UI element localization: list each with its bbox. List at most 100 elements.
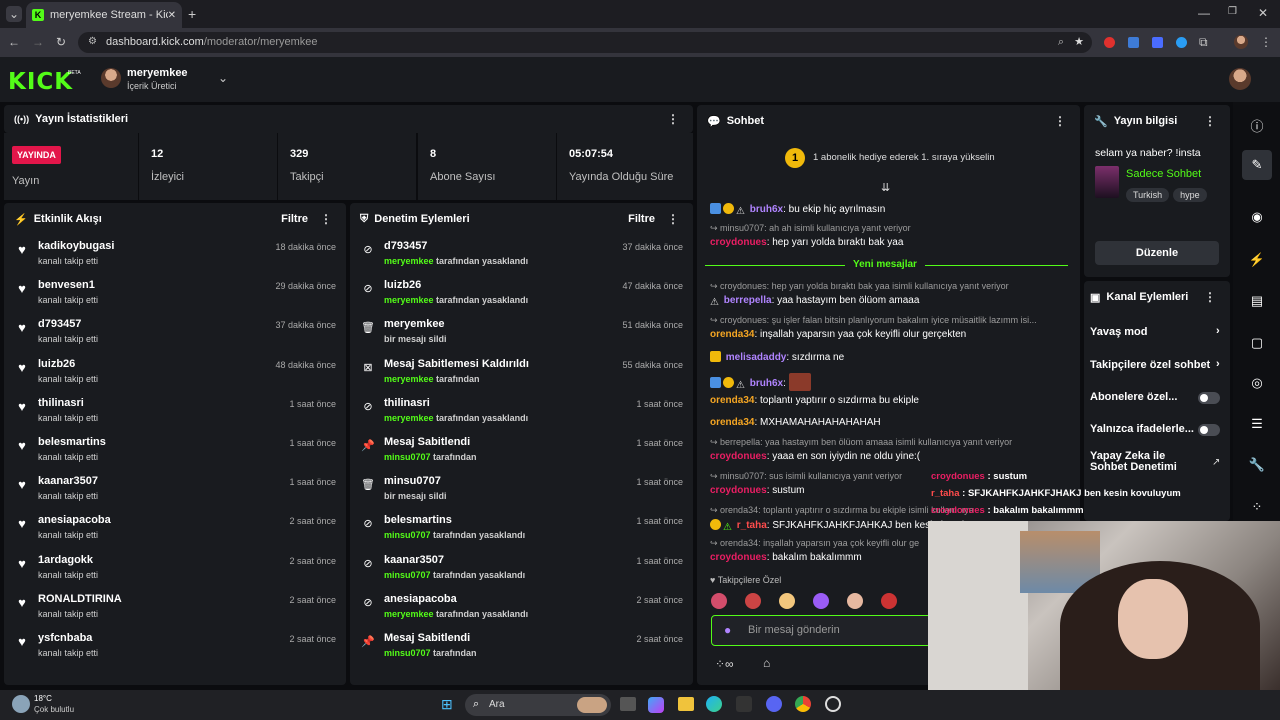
gift-sub-banner[interactable]: 1 abonelik hediye ederek 1. sıraya yükse… — [813, 152, 995, 163]
chat-username[interactable]: croydonues — [710, 485, 767, 496]
chat-username[interactable]: orenda34 — [710, 417, 754, 428]
emote-5-icon[interactable] — [847, 593, 863, 609]
activity-item[interactable]: ♥ benvesen1 kanalı takip etti 29 dakika önc… — [4, 274, 346, 313]
chat-menu-icon[interactable]: ⋮ — [1050, 114, 1070, 128]
layout-icon[interactable]: ☰ — [1242, 409, 1272, 439]
chat-message[interactable]: orenda34: MXHAMAHAHAHAHAHAH — [710, 417, 881, 428]
tag-hype[interactable]: hype — [1173, 188, 1207, 202]
discord-icon[interactable] — [766, 696, 782, 712]
chat-username[interactable]: melisadaddy — [726, 352, 787, 363]
tab-search-icon[interactable]: ⌄ — [6, 6, 22, 22]
moderation-item[interactable]: ⊘ d793457 meryemkee tarafından yasaklandı 3… — [350, 235, 693, 274]
chat-username[interactable]: croydonues — [710, 451, 767, 462]
minimize-icon[interactable]: — — [1198, 6, 1210, 20]
scroll-down-icon[interactable]: ⇊ — [881, 181, 890, 194]
browser-tab[interactable]: K meryemkee Stream - Kick Dash ✕ — [26, 2, 182, 28]
moderation-menu-icon[interactable]: ⋮ — [663, 212, 683, 226]
activity-item[interactable]: ♥ belesmartins kanalı takip etti 1 saat önc… — [4, 431, 346, 470]
lightning-rail-icon[interactable]: ⚡ — [1242, 245, 1272, 275]
chat-message[interactable]: ⚠ berrepella: yaa hastayım ben ölüom ama… — [710, 295, 919, 308]
emotes-only-toggle[interactable] — [1198, 424, 1220, 436]
extension-blue-icon[interactable] — [1176, 37, 1187, 48]
moderation-item[interactable]: ⊘ belesmartins minsu0707 tarafından yasakl… — [350, 509, 693, 548]
bookmark-star-icon[interactable]: ★ — [1074, 35, 1084, 48]
emote-3-icon[interactable] — [779, 593, 795, 609]
forward-icon[interactable]: → — [32, 35, 44, 49]
kick-logo[interactable]: KICK — [8, 69, 73, 95]
chat-message[interactable]: orenda34: inşallah yaparsın yaa çok keyi… — [710, 329, 966, 340]
activity-menu-icon[interactable]: ⋮ — [316, 212, 336, 226]
activity-item[interactable]: ♥ kaanar3507 kanalı takip etti 1 saat önce — [4, 470, 346, 509]
moderation-item[interactable]: ⊘ thilinasri meryemkee tarafından yasaklan… — [350, 392, 693, 431]
site-info-icon[interactable]: ⚙ — [88, 36, 97, 47]
ai-moderation-item[interactable]: Yapay Zeka ile Sohbet Denetimi — [1090, 451, 1200, 473]
chat-username[interactable]: orenda34 — [710, 329, 754, 340]
subscribers-only-toggle[interactable] — [1198, 392, 1220, 404]
profile-avatar[interactable] — [1234, 35, 1248, 49]
extension-audio-icon[interactable] — [1152, 37, 1163, 48]
chat-username[interactable]: r_taha — [737, 520, 767, 531]
moderation-item[interactable]: 📌 Mesaj Sabitlendi minsu0707 tarafından 2 s… — [350, 627, 693, 666]
obs-icon[interactable] — [825, 696, 841, 712]
address-bar[interactable]: ⚙ dashboard.kick.com/moderator/meryemkee… — [78, 32, 1092, 53]
tag-turkish[interactable]: Turkish — [1126, 188, 1170, 202]
chrome-icon[interactable] — [795, 696, 811, 712]
edit-stream-button[interactable]: Düzenle — [1095, 241, 1219, 265]
moderation-item[interactable]: ⊠ Mesaj Sabitlemesi Kaldırıldı meryemkee t… — [350, 353, 693, 392]
chat-message[interactable]: croydonues: hep yarı yolda bıraktı bak y… — [710, 237, 903, 248]
extensions-puzzle-icon[interactable]: ⧉ — [1199, 35, 1208, 50]
restore-icon[interactable]: ❐ — [1228, 6, 1237, 17]
back-icon[interactable]: ← — [8, 35, 20, 49]
zoom-icon[interactable]: ⌕ — [1058, 36, 1064, 49]
chat-username[interactable]: bruh6x — [750, 378, 783, 389]
info-icon[interactable]: ⓘ — [1242, 110, 1272, 140]
chat-message[interactable]: croydonues: bakalım bakalımmm — [710, 552, 862, 563]
activity-item[interactable]: ♥ luizb26 kanalı takip etti 48 dakika önce — [4, 353, 346, 392]
reload-icon[interactable]: ↻ — [56, 35, 66, 49]
new-tab-icon[interactable]: + — [188, 6, 196, 22]
chat-username[interactable]: bruh6x — [750, 204, 783, 215]
weather-cloud-icon[interactable] — [12, 695, 30, 713]
chat-message[interactable]: melisadaddy: sızdırma ne — [710, 351, 844, 363]
tab-close-icon[interactable]: ✕ — [168, 10, 176, 21]
moderation-filter-button[interactable]: Filtre — [628, 213, 655, 225]
activity-filter-button[interactable]: Filtre — [281, 213, 308, 225]
activity-item[interactable]: ♥ thilinasri kanalı takip etti 1 saat önce — [4, 392, 346, 431]
activity-item[interactable]: ♥ ysfcnbaba kanalı takip etti 2 saat önce — [4, 627, 346, 666]
extension-translate-icon[interactable] — [1128, 37, 1139, 48]
store-taskbar-icon[interactable] — [736, 696, 752, 712]
channel-actions-menu-icon[interactable]: ⋮ — [1200, 290, 1220, 304]
slow-mode-item[interactable]: Yavaş mod › — [1090, 325, 1220, 338]
activity-item[interactable]: ♥ d793457 kanalı takip etti 37 dakika önce — [4, 313, 346, 352]
stream-category[interactable]: Sadece Sohbet — [1126, 168, 1201, 180]
edit-pencil-icon[interactable]: ✎ — [1242, 150, 1272, 180]
browser-menu-icon[interactable]: ⋮ — [1260, 35, 1272, 49]
chat-message[interactable]: croydonues: sustum — [710, 485, 804, 496]
activity-item[interactable]: ♥ kadikoybugasi kanalı takip etti 18 dakika… — [4, 235, 346, 274]
windows-start-icon[interactable]: ⊞ — [441, 696, 453, 713]
chat-username[interactable]: croydonues — [710, 237, 767, 248]
edge-icon[interactable] — [706, 696, 722, 712]
chat-username[interactable]: berrepella — [724, 295, 772, 306]
chat-tools-icon[interactable]: ⁘∞ — [715, 657, 734, 671]
tools-icon[interactable]: 🔧 — [1242, 450, 1272, 480]
channel-switch-chevron-icon[interactable]: ⌄ — [218, 71, 228, 85]
activity-item[interactable]: ♥ anesiapacoba kanalı takip etti 2 saat önc… — [4, 509, 346, 548]
moderation-bot-icon[interactable]: ◉ — [1242, 202, 1272, 232]
user-avatar[interactable] — [1229, 68, 1251, 90]
moderation-item[interactable]: 🗑 minsu0707 bir mesajı sildi 1 saat önce — [350, 470, 693, 509]
chat-message[interactable]: orenda34: toplantı yaptırır o sızdırma b… — [710, 395, 919, 406]
chat-rail-icon[interactable]: ▢ — [1242, 328, 1272, 358]
moderation-item[interactable]: ⊘ anesiapacoba meryemkee tarafından yasakl… — [350, 588, 693, 627]
store-icon[interactable]: ⌂ — [763, 656, 770, 670]
followers-only-item[interactable]: Takipçilere özel sohbet › — [1090, 358, 1220, 371]
external-link-icon[interactable]: ↗ — [1212, 457, 1220, 468]
taskbar-search[interactable]: ⌕ Ara — [465, 694, 611, 716]
broadcast-rail-icon[interactable]: ◎ — [1242, 368, 1272, 398]
task-view-icon[interactable] — [620, 697, 636, 711]
chat-username[interactable]: orenda34 — [710, 395, 754, 406]
activity-item[interactable]: ♥ 1ardagokk kanalı takip etti 2 saat önce — [4, 549, 346, 588]
emote-1-icon[interactable] — [711, 593, 727, 609]
window-close-icon[interactable]: ✕ — [1258, 6, 1268, 20]
extension-red-icon[interactable] — [1104, 37, 1115, 48]
